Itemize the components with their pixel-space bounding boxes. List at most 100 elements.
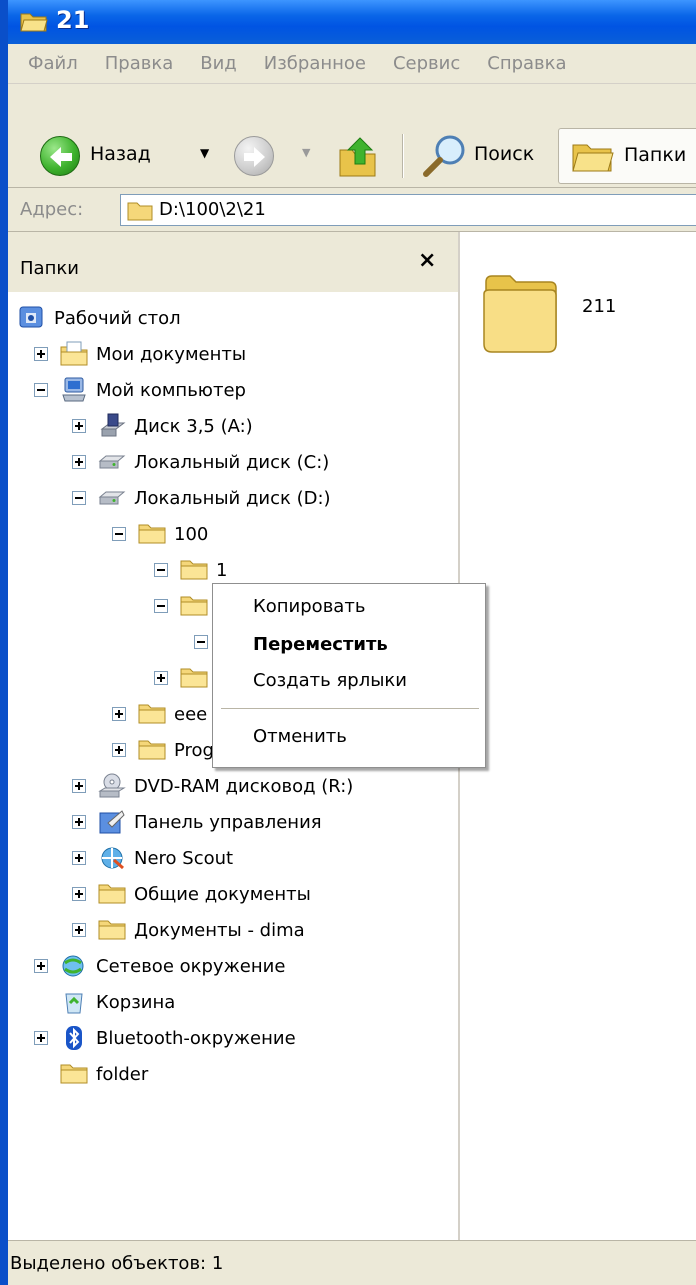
folder-icon <box>138 521 166 547</box>
context-menu-cancel[interactable]: Отменить <box>253 726 347 747</box>
address-value: D:\100\2\21 <box>159 199 266 220</box>
folders-pane-title: Папки <box>20 258 79 279</box>
tree-item[interactable]: Документы - dima <box>72 912 305 948</box>
folder-icon <box>180 557 208 583</box>
collapse-icon[interactable] <box>34 383 48 397</box>
folder-icon <box>98 917 126 943</box>
address-input[interactable]: D:\100\2\21 <box>120 194 696 226</box>
expand-icon[interactable] <box>34 959 48 973</box>
tree-item[interactable] <box>154 660 216 696</box>
expand-icon[interactable] <box>72 815 86 829</box>
content-pane: 211 <box>462 232 696 1240</box>
bluetooth-icon <box>60 1025 88 1051</box>
my-documents-icon <box>60 341 88 367</box>
tree-item[interactable]: Мой компьютер <box>34 372 246 408</box>
tree-item[interactable]: Корзина <box>60 984 175 1020</box>
expand-icon[interactable] <box>34 1031 48 1045</box>
menu-help[interactable]: Справка <box>487 53 566 74</box>
tree-item[interactable]: Общие документы <box>72 876 311 912</box>
tree-item[interactable]: 100 <box>112 516 208 552</box>
collapse-icon[interactable] <box>154 599 168 613</box>
tree-item[interactable]: Локальный диск (D:) <box>72 480 331 516</box>
expand-icon[interactable] <box>72 455 86 469</box>
tree-item-label: Корзина <box>96 991 176 1013</box>
folder-icon <box>180 593 208 619</box>
tree-item-label: Локальный диск (D:) <box>134 487 331 509</box>
expand-icon[interactable] <box>112 707 126 721</box>
status-text: Выделено объектов: 1 <box>10 1253 224 1274</box>
tree-item[interactable]: Диск 3,5 (A:) <box>72 408 253 444</box>
tree-item-label: folder <box>96 1063 149 1085</box>
menu-view[interactable]: Вид <box>200 53 237 74</box>
recycle-bin-icon <box>60 989 88 1015</box>
tree-item[interactable]: folder <box>60 1056 148 1092</box>
tree-item-label: Мои документы <box>96 343 247 365</box>
expand-icon[interactable] <box>72 419 86 433</box>
expand-icon[interactable] <box>72 779 86 793</box>
title-bar[interactable]: 21 <box>0 0 696 44</box>
tree-item[interactable]: Локальный диск (C:) <box>72 444 329 480</box>
hard-drive-icon <box>98 449 126 475</box>
tree-item-label: DVD-RAM дисковод (R:) <box>134 775 354 797</box>
expand-icon[interactable] <box>112 743 126 757</box>
collapse-icon[interactable] <box>194 635 208 649</box>
collapse-icon[interactable] <box>112 527 126 541</box>
status-bar: Выделено объектов: 1 <box>8 1240 696 1285</box>
context-menu: Копировать Переместить Создать ярлыки От… <box>212 583 486 768</box>
context-menu-separator <box>221 708 479 709</box>
collapse-icon[interactable] <box>72 491 86 505</box>
folders-button[interactable]: Папки <box>558 128 696 184</box>
menu-file[interactable]: Файл <box>28 53 78 74</box>
context-menu-copy[interactable]: Копировать <box>253 596 365 617</box>
tree-item[interactable]: Bluetooth-окружение <box>34 1020 296 1056</box>
collapse-icon[interactable] <box>154 563 168 577</box>
control-panel-icon <box>98 809 126 835</box>
tree-item-label: Локальный диск (C:) <box>134 451 330 473</box>
folder-icon <box>483 275 557 353</box>
search-button[interactable]: Поиск <box>420 132 550 180</box>
folders-pane-header: Папки × <box>8 232 458 292</box>
folders-icon <box>572 144 614 172</box>
expand-icon[interactable] <box>72 887 86 901</box>
dvd-drive-icon <box>98 773 126 799</box>
back-button[interactable]: Назад <box>40 136 160 176</box>
tree-item[interactable]: Сетевое окружение <box>34 948 285 984</box>
window-border <box>0 44 8 1285</box>
tree-item[interactable]: Nero Scout <box>72 840 233 876</box>
tree-item[interactable]: eee <box>112 696 207 732</box>
up-folder-icon[interactable] <box>338 134 378 178</box>
tree-item-label: Bluetooth-окружение <box>96 1027 296 1049</box>
tree-item[interactable]: DVD-RAM дисковод (R:) <box>72 768 353 804</box>
expand-icon[interactable] <box>72 923 86 937</box>
menu-tools[interactable]: Сервис <box>393 53 460 74</box>
tree-item-label: 100 <box>174 523 209 545</box>
tree-item[interactable]: Панель управления <box>72 804 322 840</box>
forward-arrow-icon <box>244 147 265 167</box>
tree-item-label: 1 <box>216 559 228 581</box>
expand-icon[interactable] <box>72 851 86 865</box>
search-label: Поиск <box>474 143 535 165</box>
context-menu-create-shortcuts[interactable]: Создать ярлыки <box>253 670 407 691</box>
window-title: 21 <box>56 6 90 34</box>
address-bar: Адрес: D:\100\2\21 <box>8 188 696 232</box>
tree-item-label: Мой компьютер <box>96 379 246 401</box>
folder-icon <box>60 1061 88 1087</box>
folder-icon <box>98 881 126 907</box>
tree-item-label: Документы - dima <box>134 919 305 941</box>
expand-icon[interactable] <box>34 347 48 361</box>
menu-favorites[interactable]: Избранное <box>264 53 366 74</box>
forward-button[interactable] <box>234 136 274 176</box>
tree-item-label: Сетевое окружение <box>96 955 286 977</box>
context-menu-move[interactable]: Переместить <box>253 634 388 655</box>
expand-icon[interactable] <box>154 671 168 685</box>
tree-item[interactable] <box>154 588 216 624</box>
folder-icon <box>138 737 166 763</box>
close-icon[interactable]: × <box>418 248 436 273</box>
forward-dropdown-icon[interactable]: ▼ <box>302 146 310 159</box>
tree-item[interactable]: Рабочий стол <box>18 300 181 336</box>
back-dropdown-icon[interactable]: ▼ <box>200 146 209 160</box>
tree-item[interactable]: Мои документы <box>34 336 246 372</box>
open-folder-icon <box>20 13 48 32</box>
menu-edit[interactable]: Правка <box>105 53 174 74</box>
search-icon <box>423 135 465 177</box>
